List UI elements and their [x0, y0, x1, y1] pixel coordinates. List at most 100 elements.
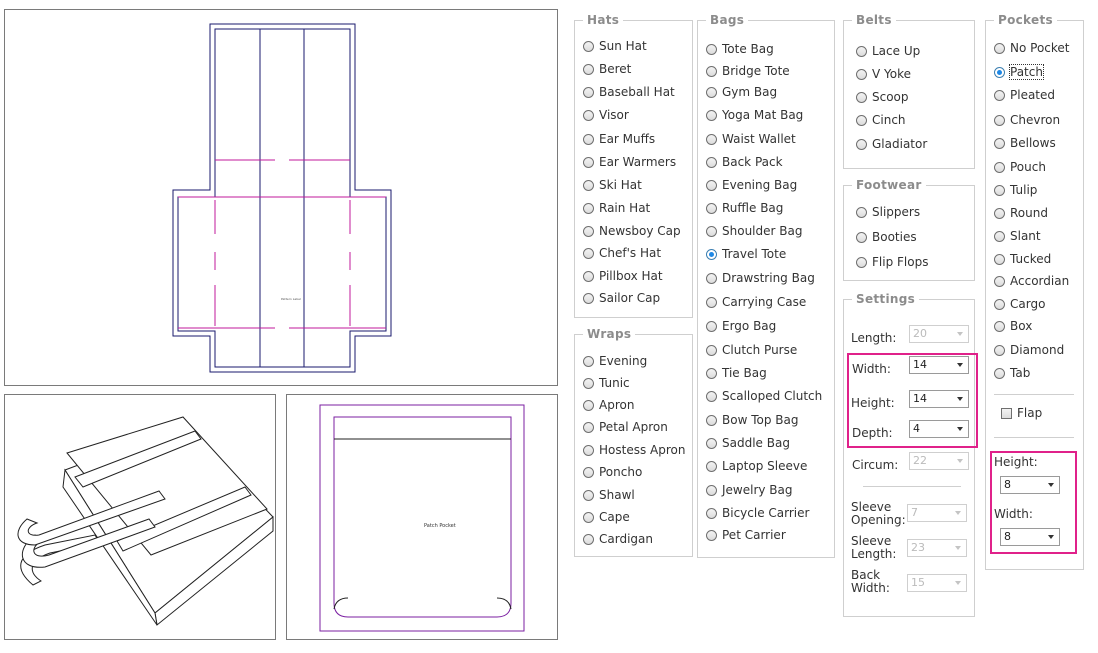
radio-icon[interactable] — [583, 156, 594, 168]
radio-icon[interactable] — [706, 320, 717, 332]
hats-option[interactable]: Visor — [583, 107, 629, 123]
radio-icon[interactable] — [994, 114, 1005, 126]
radio-icon[interactable] — [706, 437, 717, 449]
bags-option[interactable]: Bicycle Carrier — [706, 505, 809, 521]
bags-option[interactable]: Bridge Tote — [706, 63, 790, 79]
belts-option[interactable]: Cinch — [856, 112, 906, 128]
sleeve-opening-select[interactable]: 7 — [907, 504, 967, 522]
radio-icon[interactable] — [583, 86, 594, 98]
sleeve-length-select[interactable]: 23 — [907, 539, 967, 557]
wraps-option[interactable]: Tunic — [583, 375, 630, 391]
bags-option[interactable]: Shoulder Bag — [706, 223, 802, 239]
wraps-option[interactable]: Shawl — [583, 487, 635, 503]
pockets-option[interactable]: No Pocket — [994, 40, 1070, 56]
radio-icon[interactable] — [583, 270, 594, 282]
radio-icon[interactable] — [583, 40, 594, 52]
radio-icon[interactable] — [706, 65, 717, 77]
bags-option[interactable]: Gym Bag — [706, 84, 777, 100]
bags-option[interactable]: Tie Bag — [706, 365, 767, 381]
radio-icon[interactable] — [706, 414, 717, 426]
radio-icon[interactable] — [706, 225, 717, 237]
wraps-option[interactable]: Hostess Apron — [583, 442, 685, 458]
radio-icon[interactable] — [706, 133, 717, 145]
radio-icon[interactable] — [994, 230, 1005, 242]
radio-icon[interactable] — [706, 202, 717, 214]
radio-icon[interactable] — [994, 42, 1005, 54]
back-width-select[interactable]: 15 — [907, 574, 967, 592]
bags-option[interactable]: Carrying Case — [706, 294, 806, 310]
footwear-option[interactable]: Flip Flops — [856, 254, 928, 270]
hats-option[interactable]: Beret — [583, 61, 631, 77]
radio-icon[interactable] — [583, 133, 594, 145]
pockets-option[interactable]: Diamond — [994, 342, 1064, 358]
pockets-option[interactable]: Round — [994, 205, 1048, 221]
radio-icon[interactable] — [856, 256, 867, 268]
bags-option[interactable]: Drawstring Bag — [706, 270, 815, 286]
radio-icon[interactable] — [706, 390, 717, 402]
wraps-option[interactable]: Evening — [583, 353, 647, 369]
radio-icon[interactable] — [994, 137, 1005, 149]
belts-option[interactable]: Lace Up — [856, 43, 920, 59]
radio-icon[interactable] — [583, 444, 594, 456]
bags-option[interactable]: Evening Bag — [706, 177, 797, 193]
radio-icon[interactable] — [583, 377, 594, 389]
pockets-option[interactable]: Cargo — [994, 296, 1045, 312]
bags-option[interactable]: Ergo Bag — [706, 318, 776, 334]
radio-icon[interactable] — [994, 320, 1005, 332]
bags-option[interactable]: Ruffle Bag — [706, 200, 783, 216]
belts-option[interactable]: Scoop — [856, 89, 909, 105]
radio-selected-icon[interactable] — [994, 66, 1005, 78]
radio-icon[interactable] — [994, 253, 1005, 265]
radio-icon[interactable] — [706, 272, 717, 284]
radio-icon[interactable] — [706, 109, 717, 121]
radio-icon[interactable] — [856, 206, 867, 218]
radio-icon[interactable] — [583, 179, 594, 191]
flap-checkbox-row[interactable]: Flap — [1001, 405, 1042, 421]
radio-selected-icon[interactable] — [706, 248, 717, 260]
radio-icon[interactable] — [856, 231, 867, 243]
circum-select[interactable]: 22 — [909, 452, 969, 470]
radio-icon[interactable] — [583, 421, 594, 433]
radio-icon[interactable] — [706, 86, 717, 98]
radio-icon[interactable] — [994, 367, 1005, 379]
radio-icon[interactable] — [583, 225, 594, 237]
wraps-option[interactable]: Cape — [583, 509, 630, 525]
pockets-option[interactable]: Tab — [994, 365, 1030, 381]
radio-icon[interactable] — [706, 43, 717, 55]
radio-icon[interactable] — [583, 355, 594, 367]
pockets-option[interactable]: Bellows — [994, 135, 1056, 151]
wraps-option[interactable]: Apron — [583, 397, 634, 413]
pockets-option[interactable]: Accordian — [994, 273, 1069, 289]
radio-icon[interactable] — [706, 460, 717, 472]
footwear-option[interactable]: Booties — [856, 229, 917, 245]
bags-option[interactable]: Saddle Bag — [706, 435, 790, 451]
radio-icon[interactable] — [583, 399, 594, 411]
radio-icon[interactable] — [856, 91, 867, 103]
bags-option[interactable]: Scalloped Clutch — [706, 388, 822, 404]
radio-icon[interactable] — [994, 184, 1005, 196]
hats-option[interactable]: Baseball Hat — [583, 84, 675, 100]
radio-icon[interactable] — [856, 68, 867, 80]
pockets-option[interactable]: Pleated — [994, 87, 1055, 103]
pockets-option[interactable]: Slant — [994, 228, 1041, 244]
hats-option[interactable]: Pillbox Hat — [583, 268, 663, 284]
radio-icon[interactable] — [706, 367, 717, 379]
pockets-option[interactable]: Chevron — [994, 112, 1060, 128]
radio-icon[interactable] — [856, 138, 867, 150]
radio-icon[interactable] — [706, 344, 717, 356]
radio-icon[interactable] — [706, 179, 717, 191]
bags-option[interactable]: Bow Top Bag — [706, 412, 798, 428]
bags-option[interactable]: Jewelry Bag — [706, 482, 793, 498]
bags-option[interactable]: Tote Bag — [706, 41, 774, 57]
hats-option[interactable]: Ski Hat — [583, 177, 642, 193]
pockets-option-selected[interactable]: Patch — [994, 64, 1044, 80]
hats-option[interactable]: Sun Hat — [583, 38, 647, 54]
radio-icon[interactable] — [706, 484, 717, 496]
radio-icon[interactable] — [583, 489, 594, 501]
radio-icon[interactable] — [583, 466, 594, 478]
belts-option[interactable]: Gladiator — [856, 136, 927, 152]
pockets-option[interactable]: Pouch — [994, 159, 1046, 175]
radio-icon[interactable] — [994, 298, 1005, 310]
bags-option[interactable]: Back Pack — [706, 154, 783, 170]
radio-icon[interactable] — [994, 275, 1005, 287]
